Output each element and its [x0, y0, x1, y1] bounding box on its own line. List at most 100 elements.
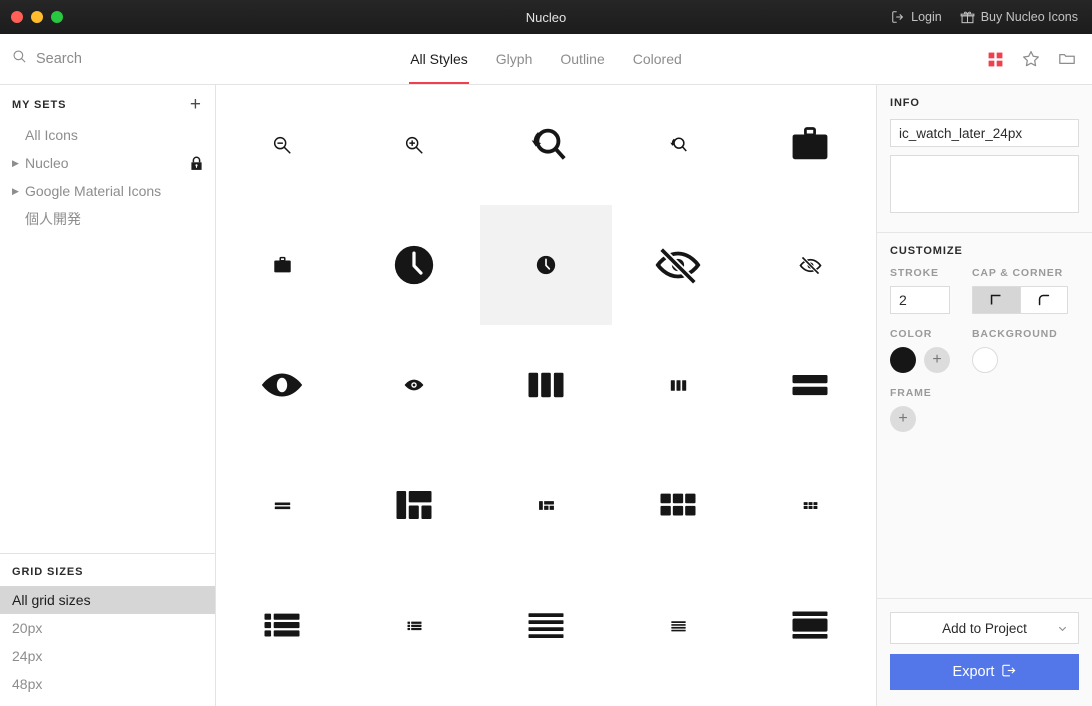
nucleo-app-window: Nucleo Login Buy Nucleo Icons Search All… [0, 0, 1092, 706]
add-to-project-button[interactable]: Add to Project [890, 612, 1079, 644]
frame-label: FRAME [890, 387, 932, 399]
icon-cell-clock-large[interactable] [348, 205, 480, 325]
grid-size-20px[interactable]: 20px [0, 614, 215, 642]
icon-cell-dashboard-layout-large[interactable] [348, 445, 480, 565]
icon-cell-layout-header-footer[interactable] [744, 565, 876, 685]
add-color-button[interactable]: + [924, 347, 950, 373]
sidebar-item-label: All Icons [25, 127, 78, 143]
tab-outline[interactable]: Outline [559, 34, 605, 84]
stroke-input[interactable] [890, 286, 950, 314]
my-sets-header: MY SETS + [0, 85, 215, 121]
icon-cell-clock-small[interactable] [480, 205, 612, 325]
cap-corner-toggle [972, 286, 1068, 314]
icon-name-input[interactable] [890, 119, 1079, 147]
sidebar-item-personal-dev[interactable]: ▶ 個人開発 [0, 205, 215, 233]
toolbar: All Styles Glyph Outline Colored [0, 34, 1092, 85]
login-button[interactable]: Login [891, 10, 942, 24]
icon-cell-columns-three-large[interactable] [480, 325, 612, 445]
minimize-window-button[interactable] [31, 11, 43, 23]
tab-colored[interactable]: Colored [632, 34, 683, 84]
sidebar-item-google-material-icons[interactable]: ▶ Google Material Icons [0, 177, 215, 205]
panel-spacer [877, 446, 1092, 598]
background-group: BACKGROUND [972, 328, 1079, 373]
info-section: INFO [877, 85, 1092, 232]
sidebar-item-nucleo[interactable]: ▶ Nucleo [0, 149, 215, 177]
icon-grid-area [216, 85, 876, 706]
window-titlebar: Nucleo Login Buy Nucleo Icons [0, 0, 1092, 34]
color-swatches: + [890, 347, 952, 373]
color-swatch-black[interactable] [890, 347, 916, 373]
color-background-row: COLOR + BACKGROUND [890, 328, 1079, 373]
sharp-corner-icon[interactable] [973, 287, 1020, 313]
sidebar: MY SETS + ▶ All Icons ▶ Nucleo [0, 85, 216, 706]
icon-cell-zoom-out[interactable] [216, 85, 348, 205]
tab-all-styles[interactable]: All Styles [409, 34, 469, 84]
icon-cell-eye-off-small[interactable] [744, 205, 876, 325]
icon-grid [216, 85, 876, 685]
icon-cell-eye-off-large[interactable] [612, 205, 744, 325]
icon-cell-rows-two-large[interactable] [744, 325, 876, 445]
icon-cell-columns-three-small[interactable] [612, 325, 744, 445]
buy-label: Buy Nucleo Icons [980, 10, 1078, 24]
stroke-label: STROKE [890, 267, 939, 279]
lock-icon [190, 156, 203, 171]
titlebar-actions: Login Buy Nucleo Icons [891, 10, 1092, 25]
grid-size-48px[interactable]: 48px [0, 670, 215, 698]
icon-cell-rows-two-small[interactable] [216, 445, 348, 565]
round-corner-icon[interactable] [1019, 287, 1067, 313]
background-swatches [972, 347, 1079, 373]
my-sets-title: MY SETS [12, 99, 67, 111]
icon-cell-grid-six-small[interactable] [744, 445, 876, 565]
frame-group: FRAME + [890, 387, 1079, 432]
add-set-button[interactable]: + [190, 95, 201, 114]
icon-cell-list-bulleted-large[interactable] [216, 565, 348, 685]
add-frame-button[interactable]: + [890, 406, 916, 432]
window-controls [0, 11, 63, 23]
maximize-window-button[interactable] [51, 11, 63, 23]
login-label: Login [911, 10, 942, 24]
buy-nucleo-icons-button[interactable]: Buy Nucleo Icons [960, 10, 1078, 25]
gift-icon [960, 10, 975, 25]
color-group: COLOR + [890, 328, 952, 373]
frame-swatches: + [890, 406, 1079, 432]
grid-size-all[interactable]: All grid sizes [0, 586, 215, 614]
icon-cell-briefcase-large[interactable] [744, 85, 876, 205]
color-label: COLOR [890, 328, 933, 340]
grid-view-icon[interactable] [987, 51, 1004, 68]
folder-icon[interactable] [1058, 50, 1076, 68]
stroke-group: STROKE [890, 267, 952, 314]
icon-cell-menu-lines-large[interactable] [480, 565, 612, 685]
icon-cell-eye-small[interactable] [348, 325, 480, 445]
icon-cell-grid-six-large[interactable] [612, 445, 744, 565]
customize-section: CUSTOMIZE STROKE CAP & CORNER [877, 233, 1092, 446]
sidebar-item-label: 個人開発 [25, 211, 81, 227]
cap-corner-label: CAP & CORNER [972, 267, 1064, 279]
icon-tags-textarea[interactable] [890, 155, 1079, 213]
inspector-footer: Add to Project Export [877, 598, 1092, 706]
chevron-right-icon[interactable]: ▶ [12, 158, 23, 169]
icon-cell-briefcase-small[interactable] [216, 205, 348, 325]
grid-sizes-section: GRID SIZES All grid sizes 20px 24px 48px [0, 553, 215, 706]
icon-cell-dashboard-layout-small[interactable] [480, 445, 612, 565]
icon-cell-zoom-in[interactable] [348, 85, 480, 205]
chevron-down-icon [1057, 623, 1068, 634]
icon-cell-menu-lines-small[interactable] [612, 565, 744, 685]
icon-cell-eye-large[interactable] [216, 325, 348, 445]
login-icon [891, 10, 905, 24]
style-tabs: All Styles Glyph Outline Colored [0, 34, 1092, 84]
icon-cell-zoom-reset-small[interactable] [612, 85, 744, 205]
star-icon[interactable] [1022, 50, 1040, 68]
icon-cell-zoom-reset-large[interactable] [480, 85, 612, 205]
sidebar-item-all-icons[interactable]: ▶ All Icons [0, 121, 215, 149]
sidebar-item-label: Nucleo [25, 155, 69, 171]
cap-corner-group: CAP & CORNER [972, 267, 1079, 314]
grid-size-24px[interactable]: 24px [0, 642, 215, 670]
chevron-right-icon[interactable]: ▶ [12, 186, 23, 197]
close-window-button[interactable] [11, 11, 23, 23]
background-swatch-white[interactable] [972, 347, 998, 373]
icon-cell-list-bulleted-small[interactable] [348, 565, 480, 685]
export-button[interactable]: Export [890, 654, 1079, 690]
info-title: INFO [890, 97, 920, 109]
tab-glyph[interactable]: Glyph [495, 34, 534, 84]
main-body: MY SETS + ▶ All Icons ▶ Nucleo [0, 85, 1092, 706]
